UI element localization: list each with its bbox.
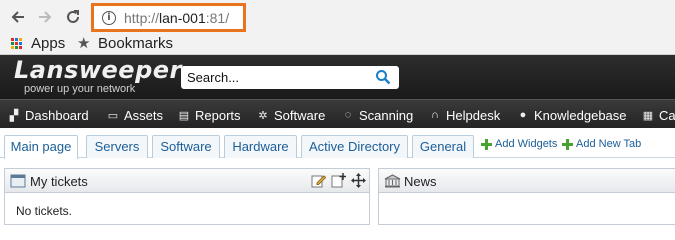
menu-dashboard[interactable]: ▞ Dashboard (8, 106, 89, 124)
back-arrow-icon[interactable] (7, 6, 29, 28)
browser-toolbar: i http://lan-001:81/ (0, 0, 675, 33)
dashboard-icon: ▞ (9, 109, 19, 122)
bookmarks-link[interactable]: Bookmarks (98, 35, 173, 52)
tab-active-directory[interactable]: Active Directory (301, 135, 408, 158)
menu-ca[interactable]: ▦ Ca (642, 106, 675, 124)
menu-label: Assets (124, 107, 164, 123)
url-protocol: http:// (124, 10, 160, 26)
app-header: Lansweeper power up your network (0, 55, 675, 99)
url-text: http://lan-001:81/ (124, 10, 229, 26)
scan-icon: ◌ (344, 109, 352, 121)
plus-icon (481, 138, 492, 150)
apps-grid-icon (11, 38, 23, 50)
monitor-icon: ▭ (107, 109, 119, 122)
menu-label: Software (274, 107, 326, 123)
tab-hardware[interactable]: Hardware (224, 135, 297, 158)
add-new-tab-button[interactable]: Add New Tab (562, 138, 641, 150)
lightbulb-icon: ● (519, 109, 527, 121)
address-bar[interactable]: i http://lan-001:81/ (91, 3, 246, 32)
tickets-icon (10, 174, 26, 188)
menu-reports[interactable]: ▤ Reports (178, 106, 241, 124)
add-widgets-label: Add Widgets (495, 138, 558, 150)
menu-scanning[interactable]: ◌ Scanning (342, 106, 414, 124)
calendar-icon: ▦ (642, 109, 654, 122)
logo[interactable]: Lansweeper (14, 56, 182, 84)
tab-software[interactable]: Software (152, 135, 220, 158)
url-host: lan-001 (159, 10, 206, 26)
tab-general[interactable]: General (412, 135, 474, 158)
star-icon: ★ (77, 35, 91, 52)
widget-title: News (404, 174, 437, 189)
menu-label: Dashboard (25, 107, 89, 123)
menu-label: Helpdesk (446, 107, 501, 123)
tickets-empty-message: No tickets. (16, 204, 73, 218)
menu-label: Scanning (359, 107, 414, 123)
widget-header[interactable]: My tickets (5, 169, 369, 193)
search-icon[interactable] (375, 69, 391, 85)
add-widgets-button[interactable]: Add Widgets (481, 138, 557, 150)
menu-label: Reports (195, 107, 241, 123)
forward-arrow-icon[interactable] (34, 6, 56, 28)
info-icon[interactable]: i (102, 11, 116, 25)
add-widget-icon[interactable] (331, 173, 346, 188)
menu-label: Ca (659, 107, 675, 123)
tab-servers[interactable]: Servers (86, 135, 148, 158)
url-port: :81/ (205, 10, 230, 26)
menu-assets[interactable]: ▭ Assets (107, 106, 163, 124)
logo-tagline: power up your network (24, 83, 136, 95)
main-menu: ▞ Dashboard ▭ Assets ▤ Reports ✲ Software ◌ S… (0, 99, 675, 128)
document-icon: ▤ (178, 109, 190, 122)
my-tickets-widget: My tickets No tickets. (4, 168, 370, 225)
search-input[interactable] (187, 69, 367, 86)
reload-icon[interactable] (62, 6, 84, 28)
menu-helpdesk[interactable]: ∩ Helpdesk (429, 106, 500, 124)
menu-software[interactable]: ✲ Software (257, 106, 325, 124)
news-widget: News (378, 168, 675, 225)
edit-icon[interactable] (311, 173, 326, 188)
dashboard-tabs: Main page Servers Software Hardware Acti… (0, 128, 675, 159)
widget-header[interactable]: News (379, 169, 675, 193)
plus-icon (562, 138, 573, 150)
search-box (181, 66, 399, 89)
apps-link[interactable]: Apps (31, 35, 65, 52)
menu-label: Knowledgebase (534, 107, 627, 123)
widget-title: My tickets (30, 174, 88, 189)
news-building-icon (384, 174, 401, 188)
menu-knowledgebase[interactable]: ● Knowledgebase (517, 106, 627, 124)
move-icon[interactable] (351, 173, 366, 188)
add-new-tab-label: Add New Tab (576, 138, 642, 150)
software-icon: ✲ (258, 109, 268, 122)
headset-icon: ∩ (431, 109, 439, 121)
bookmarks-bar: Apps ★ Bookmarks (0, 33, 675, 55)
tab-main-page[interactable]: Main page (4, 135, 78, 159)
